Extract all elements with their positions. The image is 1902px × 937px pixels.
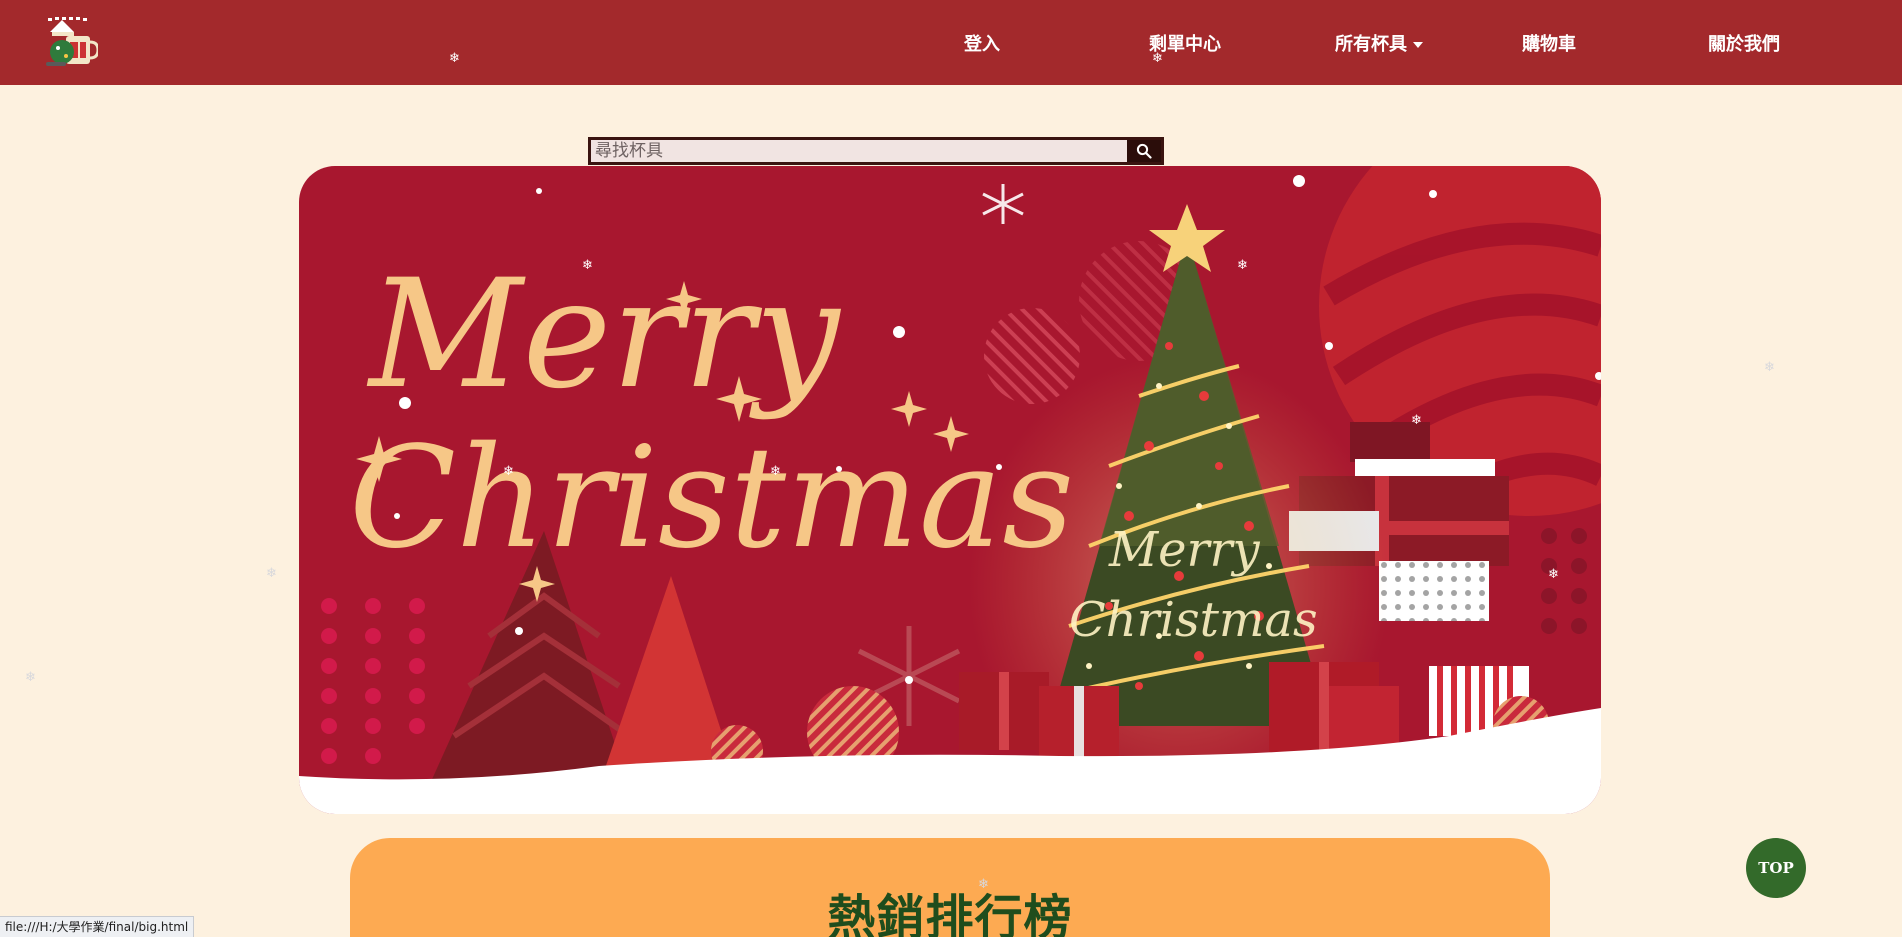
search-bar: [588, 137, 1164, 165]
nav-clearance-center[interactable]: 剩單中心: [1149, 30, 1221, 56]
tree-christmas-text: Christmas: [1069, 592, 1318, 648]
nav-all-cups-label: 所有杯具: [1335, 34, 1407, 55]
search-button[interactable]: [1127, 140, 1161, 162]
tree-merry-text: Merry: [1108, 522, 1260, 578]
nav-cart[interactable]: 購物車: [1522, 30, 1576, 56]
logo[interactable]: [42, 16, 100, 72]
banner-christmas-text: Christmas: [349, 417, 1074, 580]
search-input[interactable]: [591, 140, 1127, 162]
banner-merry-text: Merry: [366, 248, 842, 422]
bestseller-ranking-section: 熱銷排行榜: [350, 838, 1550, 937]
nav-all-cups-dropdown[interactable]: 所有杯具: [1335, 30, 1423, 56]
snowflake-icon: ❄: [25, 670, 36, 685]
chevron-down-icon: [1413, 42, 1423, 48]
snowflake-icon: ❄: [266, 566, 277, 581]
ranking-title: 熱銷排行榜: [827, 890, 1073, 937]
christmas-banner-image: Merry Christmas Merry Christmas: [299, 166, 1601, 814]
search-icon: [1136, 143, 1152, 159]
nav-login[interactable]: 登入: [964, 30, 1000, 56]
back-to-top-button[interactable]: TOP: [1746, 838, 1806, 898]
christmas-banner[interactable]: Merry Christmas Merry Christmas: [299, 166, 1601, 814]
nav-about-us[interactable]: 關於我們: [1708, 30, 1780, 56]
snowflake-icon: ❄: [1764, 360, 1775, 375]
status-bar-url: file:///H:/大學作業/final/big.html: [0, 916, 195, 937]
navbar: 登入 剩單中心 所有杯具 購物車 關於我們: [0, 0, 1902, 85]
